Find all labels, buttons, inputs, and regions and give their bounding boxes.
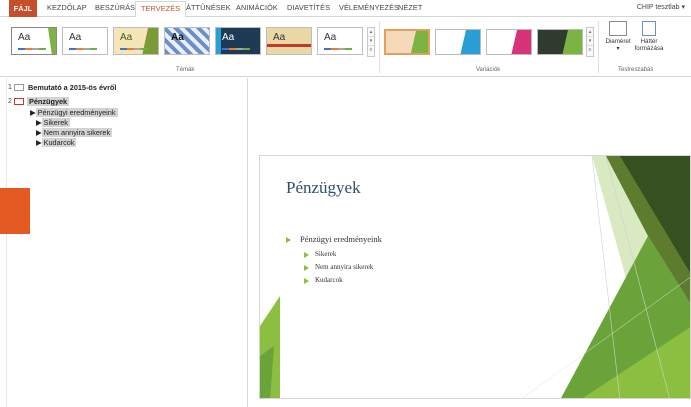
slide-1-icon[interactable]	[14, 84, 24, 91]
theme-plain[interactable]: Aa	[62, 27, 108, 55]
theme-sample: Aa	[273, 32, 286, 43]
divider	[598, 21, 599, 73]
outline-sub-bullet-3-text: Kudarcok	[41, 138, 77, 147]
tab-insert[interactable]: BESZÚRÁS	[95, 3, 135, 12]
outline-sub-bullet-1[interactable]: ▶ Sikerek	[36, 118, 70, 127]
slide-sub-bullet-1[interactable]: Sikerek	[315, 250, 336, 258]
user-name: CHIP tesztlab	[636, 4, 680, 11]
theme-sample: Aa	[69, 32, 82, 43]
tab-slideshow[interactable]: DIAVETÍTÉS	[287, 3, 330, 12]
slide-sub-bullet-2[interactable]: Nem annyira sikerek	[315, 263, 373, 271]
bullet-arrow-icon	[304, 252, 309, 258]
bullet-arrow-icon	[286, 237, 291, 243]
outline-bullet-1[interactable]: ▶ Pénzügyi eredményeink	[30, 108, 118, 117]
slide-number-2: 2	[8, 98, 12, 105]
theme-sample: Aa	[222, 32, 235, 43]
outline-left-rule	[6, 78, 7, 407]
slide-bullet-main[interactable]: Pénzügyi eredményeink	[300, 234, 382, 244]
theme-sample: Aa	[171, 32, 184, 43]
scroll-down-icon: ▾	[368, 38, 374, 46]
outline-sub-bullet-2-text: Nem annyira sikerek	[41, 128, 113, 137]
theme-color-stripe	[120, 48, 148, 50]
format-background-label: Háttér	[640, 38, 658, 45]
theme-color-stripe	[69, 48, 97, 50]
slide-canvas[interactable]: Pénzügyek Pénzügyi eredményeink Sikerek …	[259, 155, 691, 399]
chevron-down-icon: ▾	[681, 4, 685, 11]
variant-4[interactable]	[537, 29, 583, 55]
outline-sub-bullet-3[interactable]: ▶ Kudarcok	[36, 138, 77, 147]
slide-size-label: Diaméret	[605, 38, 631, 45]
customize-group-label: Testreszabás	[618, 67, 654, 73]
theme-sample: Aa	[324, 32, 337, 43]
tab-transitions[interactable]: ÁTTŰNÉSEK	[186, 3, 231, 12]
bullet-arrow-icon: ▶	[36, 138, 42, 147]
divider	[379, 21, 380, 73]
slide-size-icon	[609, 21, 627, 36]
scroll-up-icon: ▴	[587, 29, 593, 37]
powerpoint-window: FÁJL KEZDŐLAP BESZÚRÁS TERVEZÉS ÁTTŰNÉSE…	[0, 0, 691, 407]
variant-3[interactable]	[486, 29, 532, 55]
variant-3-art	[511, 30, 531, 54]
tab-file[interactable]: FÁJL	[9, 0, 37, 17]
bullet-arrow-icon: ▶	[30, 108, 36, 117]
variant-1-art	[410, 31, 428, 53]
bullet-arrow-icon: ▶	[36, 118, 42, 127]
theme-simple[interactable]: Aa	[317, 27, 363, 55]
variant-2[interactable]	[435, 29, 481, 55]
slide-number-1: 1	[8, 84, 12, 91]
theme-sample: Aa	[120, 32, 133, 43]
format-background-icon	[642, 21, 656, 36]
theme-retro[interactable]: Aa	[266, 27, 312, 55]
variants-group-label: Variációk	[476, 67, 501, 73]
theme-color-stripe	[324, 48, 352, 50]
tab-design[interactable]: TERVEZÉS	[135, 1, 187, 18]
variants-gallery-scroll[interactable]: ▴ ▾ ≡	[586, 27, 594, 57]
tab-view[interactable]: NÉZET	[398, 3, 422, 12]
bullet-arrow-icon	[304, 265, 309, 271]
bullet-arrow-icon: ▶	[36, 128, 42, 137]
variant-2-art	[460, 30, 480, 54]
scroll-down-icon: ▾	[587, 38, 593, 46]
theme-dark[interactable]: Aa	[215, 27, 261, 55]
more-icon: ≡	[369, 47, 373, 53]
more-icon: ≡	[588, 47, 592, 53]
theme-color-stripe	[18, 48, 46, 50]
format-background-label-2: formázása	[634, 45, 664, 52]
scroll-up-icon: ▴	[368, 29, 374, 37]
variant-4-art	[562, 30, 582, 54]
user-account[interactable]: CHIP tesztlab ▾	[637, 3, 685, 11]
ribbon-tab-bar: FÁJL KEZDŐLAP BESZÚRÁS TERVEZÉS ÁTTŰNÉSE…	[0, 0, 691, 18]
tab-review[interactable]: VÉLEMÉNYEZÉS	[339, 3, 399, 12]
slide-2-icon[interactable]	[14, 98, 24, 105]
outline-slide-2-title[interactable]: Pénzügyek	[27, 97, 70, 106]
theme-ion[interactable]: Aa	[164, 27, 210, 55]
themes-gallery-scroll[interactable]: ▴ ▾ ≡	[367, 27, 375, 57]
bullet-arrow-icon	[304, 278, 309, 284]
chevron-down-icon: ▾	[616, 45, 620, 52]
format-background-button[interactable]: Háttér formázása	[631, 21, 667, 52]
theme-facet[interactable]: Aa	[113, 27, 159, 55]
outline-sub-bullet-1-text: Sikerek	[41, 118, 70, 127]
outline-sub-bullet-2[interactable]: ▶ Nem annyira sikerek	[36, 128, 113, 137]
variant-1[interactable]	[384, 29, 430, 55]
outline-slide-1-title[interactable]: Bemutató a 2015-ös évről	[28, 83, 116, 92]
page-marker-tab	[0, 188, 30, 234]
slide-size-button[interactable]: Diaméret ▾	[603, 21, 633, 52]
theme-office[interactable]: Aa	[11, 27, 57, 55]
tab-animations[interactable]: ANIMÁCIÓK	[236, 3, 278, 12]
ribbon-body: Aa Aa Aa Aa Aa Aa Aa ▴ ▾ ≡ Témák ▴ ▾ ≡ V…	[0, 17, 691, 77]
themes-group-label: Témák	[176, 67, 195, 73]
theme-color-stripe	[222, 48, 250, 50]
slide-sub-bullet-3[interactable]: Kudarcok	[315, 276, 343, 284]
slide-title[interactable]: Pénzügyek	[286, 178, 361, 198]
tab-home[interactable]: KEZDŐLAP	[47, 3, 87, 12]
outline-bullet-1-text: Pénzügyi eredményeink	[35, 108, 118, 117]
theme-sample: Aa	[18, 32, 31, 43]
